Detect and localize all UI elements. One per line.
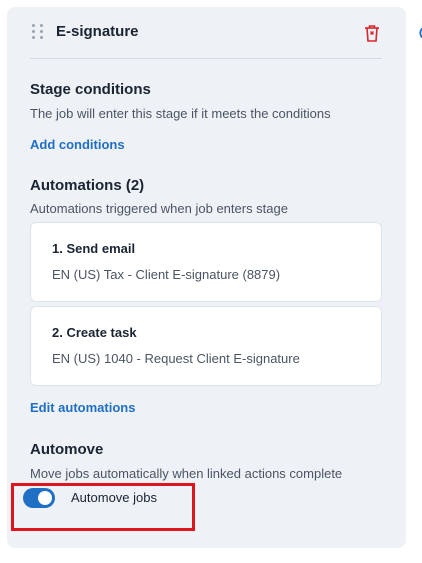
edit-automations-link[interactable]: Edit automations — [30, 400, 135, 415]
header-divider — [30, 58, 382, 59]
automation-card-send-email[interactable]: 1. Send email EN (US) Tax - Client E-sig… — [30, 222, 382, 302]
stage-conditions-description: The job will enter this stage if it meet… — [30, 106, 331, 121]
partial-circle-icon — [419, 27, 422, 39]
automations-title: Automations (2) — [30, 177, 145, 194]
automation-title: 1. Send email — [52, 241, 136, 256]
add-conditions-link[interactable]: Add conditions — [30, 137, 125, 152]
toggle-knob — [38, 491, 52, 505]
drag-handle-icon[interactable] — [32, 24, 44, 40]
automations-description: Automations triggered when job enters st… — [30, 201, 288, 216]
stage-header: E-signature — [7, 7, 406, 59]
automation-title: 2. Create task — [52, 325, 137, 340]
trash-icon[interactable] — [364, 24, 380, 42]
automove-toggle-label: Automove jobs — [71, 490, 157, 505]
automation-card-create-task[interactable]: 2. Create task EN (US) 1040 - Request Cl… — [30, 306, 382, 386]
automation-detail: EN (US) 1040 - Request Client E-signatur… — [52, 351, 300, 366]
automove-description: Move jobs automatically when linked acti… — [30, 466, 343, 481]
automove-toggle[interactable] — [23, 488, 55, 508]
stage-conditions-title: Stage conditions — [30, 81, 151, 98]
stage-title: E-signature — [56, 23, 139, 40]
stage-panel: E-signature Stage conditions The job wil… — [7, 7, 406, 548]
automove-title: Automove — [30, 441, 104, 458]
automation-detail: EN (US) Tax - Client E-signature (8879) — [52, 267, 281, 282]
